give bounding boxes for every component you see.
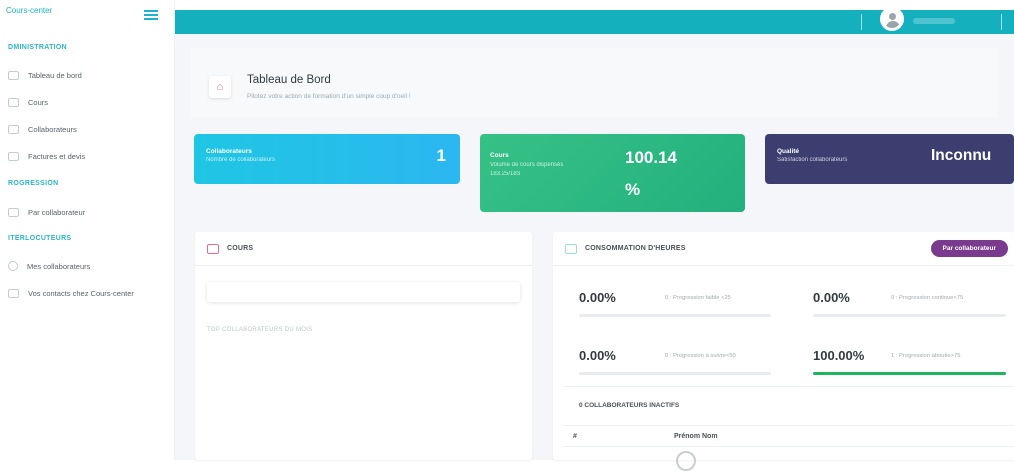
kpi-progress-bar <box>813 314 1006 317</box>
kpi-value: 0.00% <box>813 290 850 305</box>
kpi-label: 0 : Progression continue<75 <box>891 295 964 301</box>
card-title: CONSOMMATION D'HEURES <box>585 245 686 252</box>
top-bar <box>175 7 1014 34</box>
sidebar-item-label: Cours <box>28 97 49 107</box>
main-content: ⌂ Tableau de Bord Pilotez votre action d… <box>175 34 1014 471</box>
stat-card-courses[interactable]: Cours Volume de cours dispensés 183.25/1… <box>480 134 745 212</box>
kpi-label: 0 : Progression à suivre<50 <box>665 353 736 359</box>
column-header-number: # <box>573 433 577 440</box>
stat-subtitle: Volume de cours dispensés <box>490 162 564 168</box>
sidebar-item-label: Collaborateurs <box>28 124 77 134</box>
column-header-name: Prénom Nom <box>674 433 718 440</box>
kpi-value: 100.00% <box>813 348 865 363</box>
table-header-row: # Prénom Nom <box>563 425 1014 447</box>
home-icon <box>8 70 19 80</box>
stat-value: 1 <box>436 146 446 165</box>
sidebar-item-courses[interactable]: Cours <box>8 95 48 109</box>
kpi-label: 0 : Progression faible <25 <box>665 295 731 301</box>
stat-subtitle: Satisfaction collaborateurs <box>777 157 848 163</box>
kpi-progress-bar <box>813 372 1006 375</box>
chart-icon <box>8 207 19 217</box>
stat-card-quality[interactable]: Qualité Satisfaction collaborateurs Inco… <box>765 134 1014 184</box>
calendar-icon <box>565 243 577 254</box>
stat-subtitle-detail: 183.25/183 <box>490 171 521 177</box>
sidebar-item-label: Mes collaborateurs <box>27 261 91 271</box>
chat-icon <box>8 261 18 271</box>
card-header: COURS <box>195 232 532 266</box>
sidebar-item-by-collaborator[interactable]: Par collaborateur <box>8 205 85 219</box>
book-icon <box>207 243 219 254</box>
kpi-value: 0.00% <box>579 348 616 363</box>
sidebar-section-interlocutors: ITERLOCUTEURS <box>8 235 72 242</box>
hours-consumption-card: CONSOMMATION D'HEURES Par collaborateur … <box>553 232 1014 471</box>
stat-card-collaborators[interactable]: Collaborateurs Nombre de collaborateurs … <box>194 134 460 184</box>
stat-value: 100.14 <box>625 148 677 167</box>
user-menu[interactable] <box>913 18 955 24</box>
stat-title: Collaborateurs <box>206 148 252 155</box>
sidebar-item-my-collaborators[interactable]: Mes collaborateurs <box>8 259 90 273</box>
card-title: COURS <box>227 245 254 252</box>
avatar <box>676 451 696 471</box>
sidebar-section-administration: DMINISTRATION <box>8 44 67 51</box>
stat-title: Qualité <box>777 148 800 155</box>
by-collaborator-button[interactable]: Par collaborateur <box>930 240 1008 257</box>
home-icon: ⌂ <box>209 76 231 98</box>
sidebar-item-contacts[interactable]: Vos contacts chez Cours-center <box>8 286 134 300</box>
top-collaborators-label: TOP COLLABORATEURS DU MOIS <box>207 327 313 333</box>
menu-toggle-icon[interactable] <box>144 10 158 20</box>
users-icon <box>8 124 19 134</box>
sidebar-item-invoices[interactable]: Factures et devis <box>8 149 85 163</box>
sidebar-item-label: Par collaborateur <box>28 207 86 217</box>
stat-value-unit: % <box>625 180 641 199</box>
kpi-value: 0.00% <box>579 290 616 305</box>
topbar-divider <box>1001 14 1002 30</box>
page-subtitle: Pilotez votre action de formation d'un s… <box>247 93 411 100</box>
sidebar-item-label: Factures et devis <box>28 151 86 161</box>
courses-card: COURS TOP COLLABORATEURS DU MOIS <box>195 232 532 460</box>
sidebar-item-collaborators[interactable]: Collaborateurs <box>8 122 77 136</box>
sidebar: Cours-center DMINISTRATION Tableau de bo… <box>0 0 175 460</box>
page-title-card: ⌂ Tableau de Bord Pilotez votre action d… <box>191 48 997 118</box>
invoice-icon <box>8 151 19 161</box>
stat-subtitle: Nombre de collaborateurs <box>206 157 276 163</box>
stat-value: Inconnu <box>931 147 992 164</box>
kpi-progress-bar <box>579 372 771 375</box>
inactive-title: 0 COLLABORATEURS INACTIFS <box>579 402 680 409</box>
kpi-progress-bar <box>579 314 771 317</box>
kpi-label: 1 : Progression aboutie>75 <box>891 353 961 359</box>
sidebar-item-dashboard[interactable]: Tableau de bord <box>8 68 82 82</box>
brand-logo[interactable]: Cours-center <box>6 6 52 15</box>
sidebar-item-label: Tableau de bord <box>28 70 82 80</box>
courses-search-box[interactable] <box>207 282 520 302</box>
user-avatar-icon[interactable] <box>880 7 904 31</box>
book-icon <box>8 97 19 107</box>
sidebar-section-progression: ROGRESSION <box>8 180 59 187</box>
sidebar-item-label: Vos contacts chez Cours-center <box>28 288 134 298</box>
stat-title: Cours <box>490 152 509 159</box>
contact-card-icon <box>8 288 19 298</box>
topbar-divider <box>861 14 862 30</box>
inactive-collaborators-panel: 0 COLLABORATEURS INACTIFS # Prénom Nom <box>563 386 1014 471</box>
page-title: Tableau de Bord <box>247 74 331 86</box>
